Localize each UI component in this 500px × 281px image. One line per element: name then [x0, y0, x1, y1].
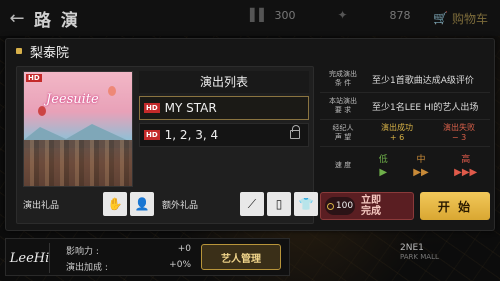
song-item[interactable]: HD MY STAR — [139, 96, 309, 120]
gift-person-icon[interactable]: 👤 — [130, 192, 154, 216]
requirement-row: 完成演出 条 件 至少1首歌曲达成A级评价 — [320, 66, 490, 93]
artist-manage-button[interactable]: 艺人管理 — [201, 244, 281, 270]
song-name: MY STAR — [164, 101, 217, 115]
extra-gift-label: 额外礼品 — [162, 200, 199, 211]
reputation-success: 演出成功 + 6 — [381, 123, 413, 142]
setlist-title: 演出列表 — [139, 71, 309, 93]
title-bullet-icon — [16, 48, 22, 54]
speed-mid[interactable]: 中 ▶▶ — [413, 152, 428, 178]
reputation-fail: 演出失败 − 3 — [443, 123, 475, 142]
requirements-panel: 完成演出 条 件 至少1首歌曲达成A级评价 本站演出 要 求 至少1名LEE H… — [320, 66, 490, 224]
performance-gifts: ✋ 👤 — [103, 192, 154, 216]
requirement-value: 至少1名LEE HI的艺人出场 — [372, 102, 479, 113]
speed-row: 速 度 低 ▶ 中 ▶▶ 高 ▶▶▶ — [320, 147, 490, 183]
song-item[interactable]: HD 1, 2, 3, 4 — [139, 123, 309, 147]
gift-row: 演出礼品 ✋ 👤 额外礼品 ⟋ ▯ 👕 — [23, 192, 326, 216]
setlist: 演出列表 HD MY STAR HD 1, 2, 3, 4 — [139, 71, 309, 187]
performance-gift-label: 演出礼品 — [23, 200, 60, 211]
speed-key: 速 度 — [334, 160, 352, 169]
cart-icon: 🛒 — [433, 11, 448, 25]
speed-high[interactable]: 高 ▶▶▶ — [454, 152, 477, 178]
roadshow-dialog: 梨泰院 HD Jeesuite 演出列表 HD MY STAR HD 1, 2,… — [5, 38, 495, 231]
map-venue-label: 2NE1 PARK MALL — [400, 243, 439, 261]
requirement-key: 完成演出 条 件 — [329, 70, 357, 87]
gift-handshake-icon[interactable]: ✋ — [103, 192, 127, 216]
extra-gifts: ⟋ ▯ 👕 — [240, 192, 318, 216]
instant-complete-button[interactable]: 100 立即 完成 — [320, 192, 414, 220]
song-hd-badge: HD — [144, 130, 160, 140]
gift-badge-icon[interactable]: ▯ — [267, 192, 291, 216]
cost-badge: 100 — [325, 197, 355, 215]
fans-icon: ▌▌ — [250, 8, 269, 22]
back-button[interactable]: ← — [0, 0, 34, 36]
coin-icon — [326, 202, 334, 210]
stat-currency: 878 — [389, 8, 411, 22]
back-arrow-icon: ← — [9, 7, 25, 29]
speed-mid-arrows-icon: ▶▶ — [413, 167, 429, 178]
dialog-header: 梨泰院 — [6, 39, 494, 63]
start-button[interactable]: 开 始 — [420, 192, 490, 220]
venue-title: 梨泰院 — [30, 45, 70, 61]
lock-icon — [290, 125, 300, 139]
top-stats: ▌▌ 300 ✦ 878 — [250, 8, 411, 22]
artist-logo[interactable]: LeeHi — [10, 243, 50, 273]
action-row: 100 立即 完成 开 始 — [320, 192, 490, 220]
gift-shirt-icon[interactable]: 👕 — [294, 192, 318, 216]
cart-button[interactable]: 🛒 购物车 — [427, 6, 494, 30]
reputation-key: 经纪人 声 望 — [332, 124, 354, 141]
bonus-stat: 演出加成 : +0% — [66, 260, 191, 273]
speed-low-arrows-icon: ▶ — [379, 167, 388, 178]
top-bar: ← 路 演 ▌▌ 300 ✦ 878 🛒 购物车 — [0, 0, 500, 36]
page-title: 路 演 — [34, 10, 80, 31]
song-hd-badge: HD — [144, 103, 160, 113]
album-cover: HD Jeesuite — [23, 71, 133, 187]
wing-icon: ✦ — [337, 8, 348, 22]
requirement-value: 至少1首歌曲达成A级评价 — [372, 75, 474, 86]
cart-label: 购物车 — [451, 11, 488, 26]
gift-yg-logo-icon[interactable]: ⟋ — [240, 192, 264, 216]
setlist-panel: HD Jeesuite 演出列表 HD MY STAR HD 1, 2, 3, … — [16, 66, 318, 224]
artist-bar: LeeHi 影响力 : +0 演出加成 : +0% 艺人管理 — [5, 238, 290, 276]
requirement-key: 本站演出 要 求 — [329, 97, 357, 114]
reputation-row: 经纪人 声 望 演出成功 + 6 演出失败 − 3 — [320, 120, 490, 147]
influence-stat: 影响力 : +0 — [66, 244, 191, 257]
instant-complete-label: 立即 完成 — [361, 195, 381, 217]
album-title-art: Jeesuite — [46, 92, 99, 107]
album-hd-badge: HD — [26, 74, 42, 82]
speed-low[interactable]: 低 ▶ — [379, 152, 388, 178]
requirement-row: 本站演出 要 求 至少1名LEE HI的艺人出场 — [320, 93, 490, 120]
speed-high-arrows-icon: ▶▶▶ — [454, 167, 478, 178]
song-name: 1, 2, 3, 4 — [164, 128, 219, 142]
stat-fans: 300 — [274, 8, 296, 22]
